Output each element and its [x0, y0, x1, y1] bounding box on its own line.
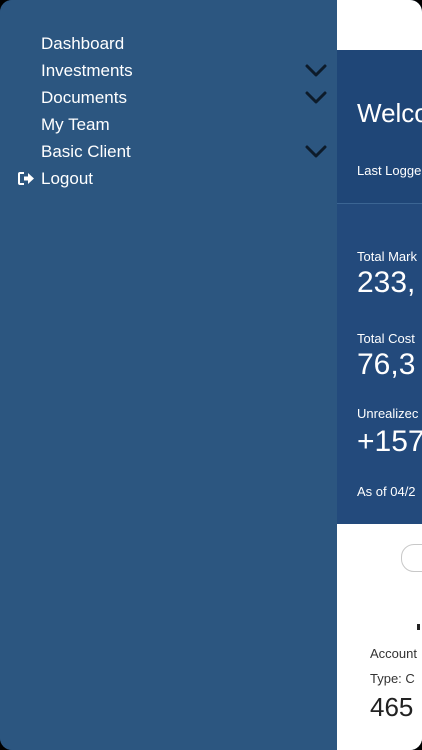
card-mark: [417, 624, 420, 630]
logout-icon: [18, 172, 34, 185]
sidebar-item-basic-client[interactable]: Basic Client: [0, 138, 337, 165]
app-screen: Dashboard Investments Documents My Team …: [0, 0, 422, 750]
sidebar-item-label: Investments: [41, 61, 133, 80]
menu-list: Dashboard Investments Documents My Team …: [0, 30, 337, 192]
last-logged-text: Last Logge: [357, 163, 422, 178]
unrealized-label: Unrealizec: [357, 406, 419, 421]
sidebar-item-my-team[interactable]: My Team: [0, 111, 337, 138]
sidebar-item-documents[interactable]: Documents: [0, 84, 337, 111]
total-cost-value: 76,3: [357, 348, 416, 381]
sidebar-menu: Dashboard Investments Documents My Team …: [0, 0, 337, 750]
total-cost-label: Total Cost: [357, 331, 415, 346]
sidebar-item-label: Documents: [41, 88, 127, 107]
welcome-title: Welco: [357, 98, 422, 128]
welcome-header: Welco Last Logge: [337, 50, 422, 204]
portfolio-summary: Total Mark 233, Total Cost 76,3 Unrealiz…: [337, 204, 422, 524]
total-market-value: 233,: [357, 266, 416, 299]
sidebar-item-label: Dashboard: [41, 34, 125, 53]
sidebar-item-logout[interactable]: Logout: [0, 165, 337, 192]
as-of-date: As of 04/2: [357, 484, 416, 499]
chevron-down-icon[interactable]: [305, 64, 327, 78]
sidebar-item-label: Basic Client: [41, 142, 131, 161]
sidebar-item-label: Logout: [41, 169, 93, 188]
hamburger-menu-icon[interactable]: [356, 14, 390, 42]
account-label: Account: [370, 646, 417, 661]
sidebar-item-label: My Team: [41, 115, 110, 134]
total-market-label: Total Mark: [357, 249, 417, 264]
main-content: Welco Last Logge Total Mark 233, Total C…: [337, 0, 422, 750]
sidebar-item-investments[interactable]: Investments: [0, 57, 337, 84]
toggle-switch[interactable]: [401, 544, 422, 572]
sidebar-item-dashboard[interactable]: Dashboard: [0, 30, 337, 57]
chevron-down-icon[interactable]: [305, 145, 327, 159]
unrealized-value: +157: [357, 425, 422, 458]
chevron-down-icon[interactable]: [305, 91, 327, 105]
account-type-label: Type: C: [370, 671, 415, 686]
account-card: Account Type: C 465: [337, 524, 422, 750]
account-value: 465: [370, 692, 414, 722]
